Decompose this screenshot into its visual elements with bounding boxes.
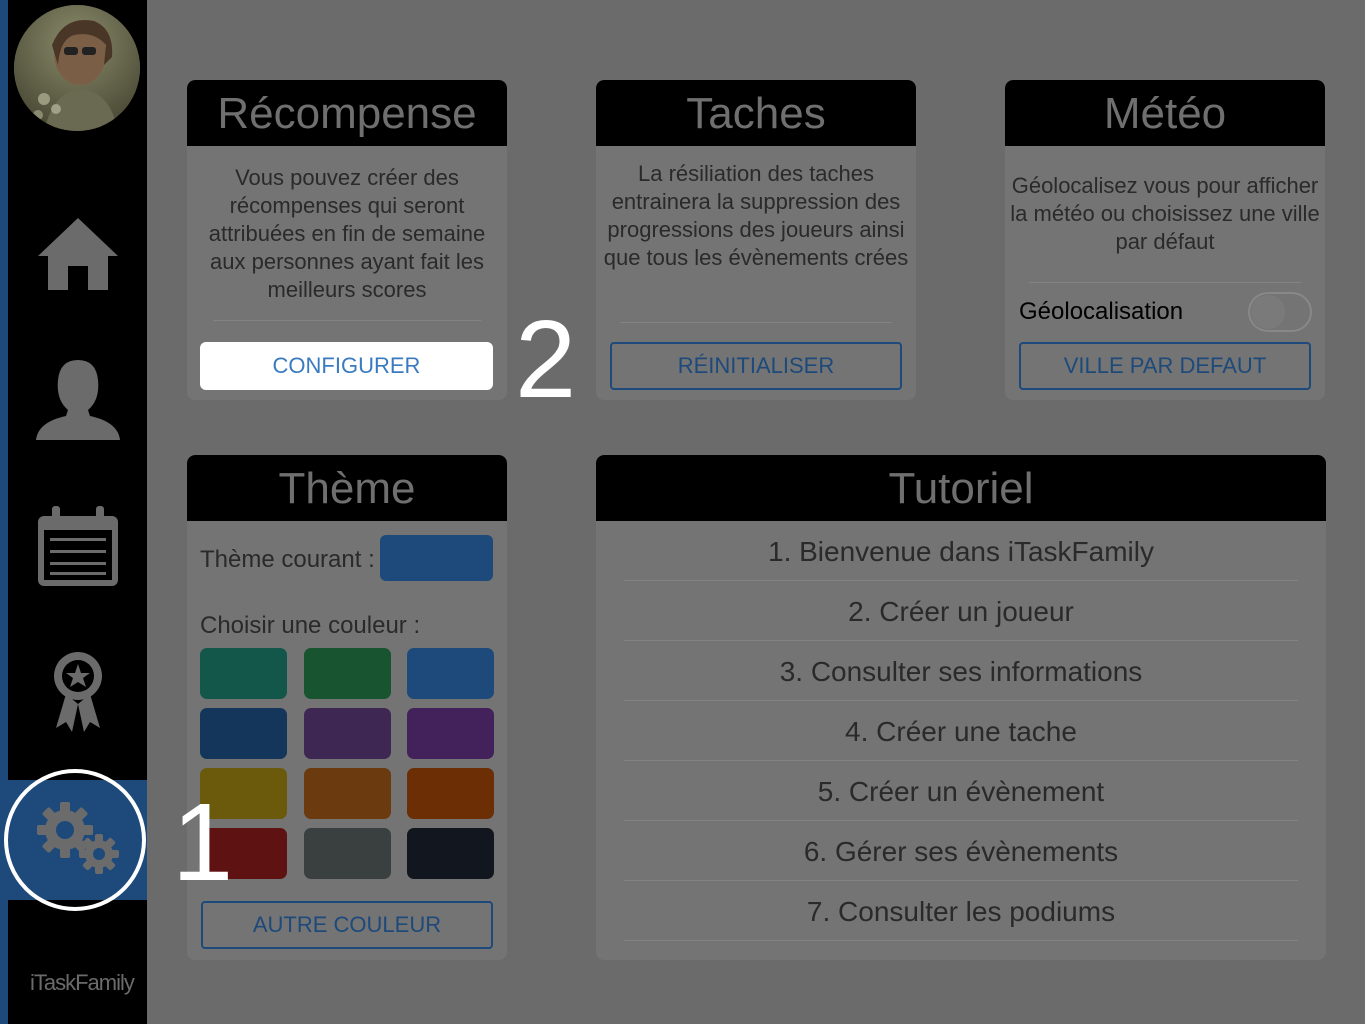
color-swatch[interactable] (304, 768, 391, 819)
highlight-ring-settings (4, 769, 146, 911)
choose-color-label: Choisir une couleur : (200, 612, 421, 639)
color-swatch[interactable] (407, 708, 494, 759)
calendar-icon (37, 506, 118, 586)
tutorial-item-label: 1. Bienvenue dans iTaskFamily (768, 536, 1154, 567)
tutorial-item-label: 5. Créer un évènement (817, 776, 1105, 807)
meteo-text: Géolocalisez vous pour afficher la météo… (1010, 173, 1320, 254)
color-swatch[interactable] (304, 708, 391, 759)
tutorial-card: Tutoriel 1. Bienvenue dans iTaskFamily 2.… (596, 455, 1326, 960)
avatar-photo (14, 5, 140, 131)
meteo-divider (1029, 282, 1301, 283)
geolocation-label: Géolocalisation (1019, 298, 1184, 325)
avatar[interactable] (14, 5, 140, 131)
color-swatch[interactable] (407, 768, 494, 819)
tutorial-item-label: 3. Consulter ses informations (779, 656, 1143, 687)
tutorial-item[interactable]: 4. Créer une tache (624, 701, 1298, 761)
tutorial-item-divider (624, 940, 1298, 941)
theme-title: Thème (187, 455, 507, 521)
taches-title: Taches (596, 80, 916, 146)
tutorial-item[interactable]: 2. Créer un joueur (624, 581, 1298, 641)
award-ribbon-icon (53, 652, 102, 732)
tutorial-title: Tutoriel (596, 455, 1326, 521)
tutorial-item-label: 6. Gérer ses évènements (803, 836, 1119, 867)
current-theme-swatch (380, 535, 493, 581)
app-logo: iTaskFamily (30, 970, 135, 995)
nav-rewards[interactable] (8, 632, 147, 752)
tutorial-item[interactable]: 5. Créer un évènement (624, 761, 1298, 821)
taches-divider (620, 322, 892, 323)
recompense-title: Récompense (187, 80, 507, 146)
color-swatch[interactable] (200, 648, 287, 699)
nav-calendar[interactable] (8, 486, 147, 606)
nav-profile[interactable] (8, 340, 147, 460)
tutorial-item[interactable]: 1. Bienvenue dans iTaskFamily (624, 521, 1298, 581)
tutorial-item-label: 4. Créer une tache (845, 716, 1077, 747)
color-swatch[interactable] (407, 648, 494, 699)
home-icon (37, 218, 118, 290)
geolocation-toggle[interactable] (1248, 292, 1312, 332)
color-swatch[interactable] (407, 828, 494, 879)
tutorial-item-label: 2. Créer un joueur (848, 596, 1074, 627)
tutorial-item[interactable]: 7. Consulter les podiums (624, 881, 1298, 941)
tutorial-item-label: 7. Consulter les podiums (806, 896, 1116, 927)
configure-button[interactable]: CONFIGURER (200, 342, 493, 390)
recompense-divider (213, 320, 481, 321)
nav-home[interactable] (8, 194, 147, 314)
user-icon (35, 360, 120, 440)
recompense-text: Vous pouvez créer des récompenses qui se… (208, 165, 486, 302)
color-swatch[interactable] (304, 828, 391, 879)
current-theme-label: Thème courant : (200, 546, 375, 573)
color-swatch[interactable] (200, 708, 287, 759)
sidebar-accent-stripe (0, 0, 8, 1024)
step-annotation-1: 1 (172, 781, 234, 904)
default-city-button[interactable]: VILLE PAR DEFAUT (1019, 342, 1311, 390)
taches-text: La résiliation des taches entrainera la … (603, 161, 909, 270)
reset-button[interactable]: RÉINITIALISER (610, 342, 902, 390)
meteo-title: Météo (1005, 80, 1325, 146)
tutorial-item[interactable]: 3. Consulter ses informations (624, 641, 1298, 701)
color-swatch[interactable] (304, 648, 391, 699)
tutorial-item[interactable]: 6. Gérer ses évènements (624, 821, 1298, 881)
other-color-button[interactable]: AUTRE COULEUR (201, 901, 493, 949)
step-annotation-2: 2 (515, 298, 577, 421)
geolocation-toggle-knob (1251, 295, 1285, 329)
